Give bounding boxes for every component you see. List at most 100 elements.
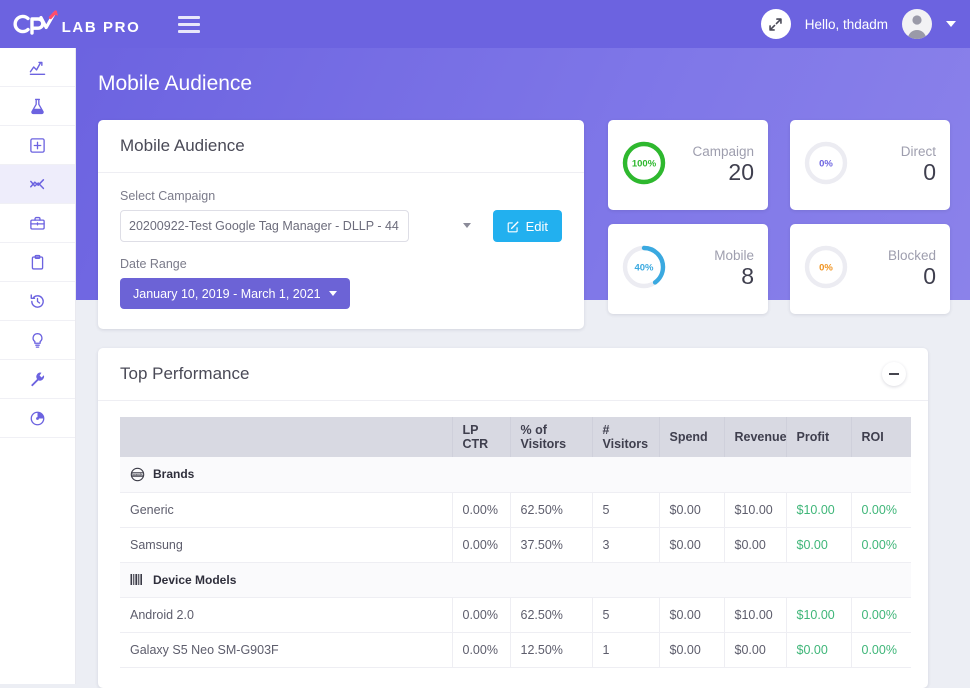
plus-square-icon [29,137,46,154]
cell-name: Samsung [120,527,452,562]
pie-chart-icon [29,410,46,427]
cell-profit: $10.00 [786,492,851,527]
column-header-pct-visitors[interactable]: % of Visitors [510,417,592,457]
user-avatar-icon[interactable] [902,9,932,39]
table-row[interactable]: Generic0.00%62.50%5$0.00$10.00$10.000.00… [120,492,911,527]
greeting-text: Hello, thdadm [805,17,888,32]
performance-header: Top Performance [98,348,928,401]
cell-roi: 0.00% [851,527,911,562]
column-header-num-visitors[interactable]: # Visitors [592,417,659,457]
stat-card-blocked[interactable]: 0% Blocked0 [790,224,950,314]
chevron-down-icon [329,291,337,296]
performance-table: LP CTR % of Visitors # Visitors Spend Re… [120,417,911,668]
cell-roi: 0.00% [851,632,911,667]
sidebar-item-tools[interactable] [0,360,75,399]
column-header-lp-ctr[interactable]: LP CTR [452,417,510,457]
card-title: Mobile Audience [120,136,245,156]
table-group-row: brands Brands [120,457,911,492]
group-cell: Device Models [120,562,911,597]
stat-label: Blocked [888,248,936,263]
sidebar [0,48,76,684]
gauge-mobile: 40% [618,241,670,298]
cell-lp-ctr: 0.00% [452,527,510,562]
cell-name: Generic [120,492,452,527]
svg-text:0%: 0% [819,158,833,169]
table-header-row: LP CTR % of Visitors # Visitors Spend Re… [120,417,911,457]
svg-text:0%: 0% [819,262,833,273]
sidebar-item-reports[interactable] [0,399,75,438]
stat-card-mobile[interactable]: 40% Mobile8 [608,224,768,314]
table-row[interactable]: Galaxy S5 Neo SM-G903F0.00%12.50%1$0.00$… [120,632,911,667]
stat-label: Campaign [692,144,754,159]
stat-label: Direct [901,144,936,159]
chevron-down-icon [463,223,471,228]
column-header-roi[interactable]: ROI [851,417,911,457]
chevron-down-icon[interactable] [946,21,956,27]
sidebar-item-history[interactable] [0,282,75,321]
cell-lp-ctr: 0.00% [452,597,510,632]
campaign-select-wrap: 20200922-Test Google Tag Manager - DLLP … [120,210,481,242]
cell-revenue: $0.00 [724,632,786,667]
table-row[interactable]: Android 2.00.00%62.50%5$0.00$10.00$10.00… [120,597,911,632]
select-campaign-label: Select Campaign [120,189,562,203]
sidebar-item-briefcase[interactable] [0,204,75,243]
cell-pct-visitors: 37.50% [510,527,592,562]
column-header-revenue[interactable]: Revenue [724,417,786,457]
group-label-wrap: Device Models [130,573,901,587]
sidebar-item-lab[interactable] [0,87,75,126]
sidebar-item-audience[interactable] [0,165,75,204]
flask-icon [29,98,46,115]
stat-text: Mobile8 [714,248,754,289]
table-head: LP CTR % of Visitors # Visitors Spend Re… [120,417,911,457]
group-label: Brands [153,467,194,481]
brands-badge-icon: brands [130,467,145,482]
minus-circle-icon[interactable] [882,362,906,386]
expand-arrows-icon[interactable] [761,9,791,39]
cell-revenue: $0.00 [724,527,786,562]
edit-button-label: Edit [526,219,548,234]
cell-roi: 0.00% [851,492,911,527]
table-row[interactable]: Samsung0.00%37.50%3$0.00$0.00$0.000.00% [120,527,911,562]
hamburger-icon[interactable] [178,16,200,33]
table-group-row: Device Models [120,562,911,597]
sidebar-item-analytics[interactable] [0,48,75,87]
performance-table-wrap: LP CTR % of Visitors # Visitors Spend Re… [98,401,928,668]
cell-spend: $0.00 [659,597,724,632]
column-header-spend[interactable]: Spend [659,417,724,457]
card-body: Select Campaign 20200922-Test Google Tag… [98,173,584,309]
stat-text: Blocked0 [888,248,936,289]
column-header-profit[interactable]: Profit [786,417,851,457]
chart-line-icon [29,59,46,76]
sidebar-item-ideas[interactable] [0,321,75,360]
group-label: Device Models [153,573,236,587]
group-label-wrap: brands Brands [130,467,901,482]
lightbulb-icon [29,332,46,349]
cell-spend: $0.00 [659,632,724,667]
stat-text: Campaign20 [692,144,754,185]
edit-campaign-button[interactable]: Edit [493,210,562,242]
card-header: Mobile Audience [98,120,584,173]
cell-revenue: $10.00 [724,492,786,527]
campaign-select[interactable]: 20200922-Test Google Tag Manager - DLLP … [120,210,409,242]
cell-spend: $0.00 [659,527,724,562]
sidebar-item-add[interactable] [0,126,75,165]
clipboard-icon [29,254,46,271]
table-body: brandsBrandsGeneric0.00%62.50%5$0.00$10.… [120,457,911,667]
stat-card-campaign[interactable]: 100% Campaign20 [608,120,768,210]
svg-text:40%: 40% [634,262,654,273]
page-title: Mobile Audience [98,72,252,96]
cell-revenue: $10.00 [724,597,786,632]
stat-text: Direct0 [901,144,936,185]
date-range-picker[interactable]: January 10, 2019 - March 1, 2021 [120,278,350,309]
stat-card-direct[interactable]: 0% Direct0 [790,120,950,210]
column-header-name[interactable] [120,417,452,457]
cell-profit: $10.00 [786,597,851,632]
stat-value: 20 [692,159,754,185]
sidebar-item-clipboard[interactable] [0,243,75,282]
brand-logo[interactable]: LAB PRO [0,9,150,39]
stat-value: 0 [901,159,936,185]
gauge-campaign: 100% [618,137,670,194]
gauge-blocked: 0% [800,241,852,298]
cell-pct-visitors: 12.50% [510,632,592,667]
brand-text: LAB PRO [62,19,141,36]
